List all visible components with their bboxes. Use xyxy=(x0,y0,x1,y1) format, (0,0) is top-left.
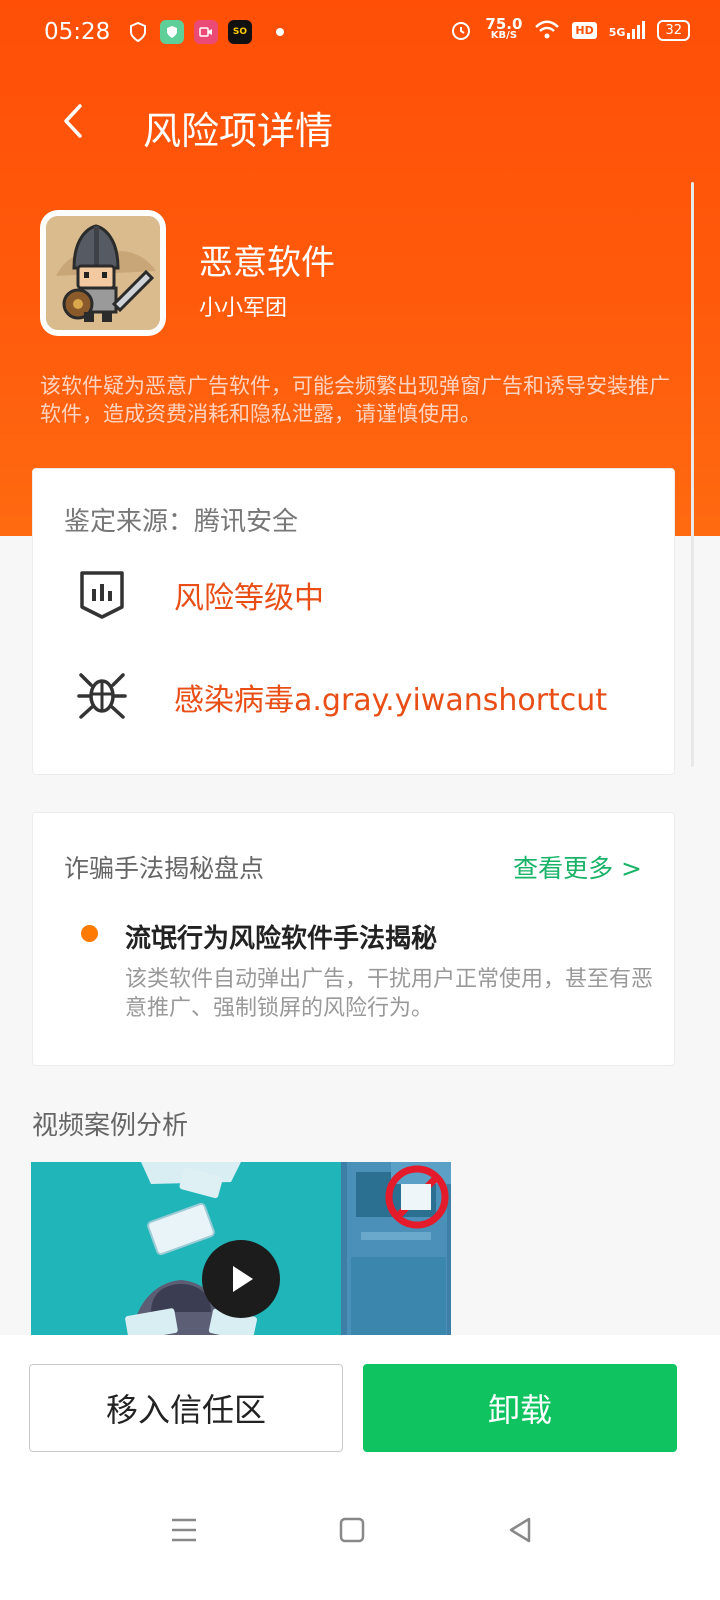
menu-icon[interactable] xyxy=(164,1510,204,1550)
warrior-icon xyxy=(46,216,160,330)
soul-app-icon: SO xyxy=(228,20,252,44)
status-time: 05:28 xyxy=(44,19,111,45)
back-arrow-icon[interactable] xyxy=(54,96,94,146)
video-app-icon xyxy=(194,20,218,44)
scrollbar[interactable] xyxy=(691,182,694,767)
fraud-tactics-heading: 诈骗手法揭秘盘点 xyxy=(64,854,265,883)
risk-level-text: 风险等级中 xyxy=(174,581,324,616)
play-button[interactable] xyxy=(202,1240,280,1318)
view-more-link[interactable]: 查看更多 > xyxy=(513,849,642,885)
detection-source: 鉴定来源：腾讯安全 xyxy=(64,507,299,537)
wifi-icon xyxy=(535,20,560,39)
hd-badge: HD xyxy=(572,21,597,39)
app-publisher: 小小军团 xyxy=(199,296,288,321)
fraud-item-description: 该类软件自动弹出广告，干扰用户正常使用，甚至有恶意推广、强制锁屏的风险行为。 xyxy=(125,967,654,1021)
back-icon[interactable] xyxy=(500,1510,540,1550)
system-navigation-bar xyxy=(0,1480,720,1600)
home-icon[interactable] xyxy=(332,1510,372,1550)
app-name: 恶意软件 xyxy=(199,243,335,283)
alarm-icon xyxy=(452,22,471,40)
app-risk-description: 该软件疑为恶意广告软件，可能会频繁出现弹窗广告和诱导安装推广软件，造成资费消耗和… xyxy=(40,374,670,426)
virus-name-text: 感染病毒a.gray.yiwanshortcut xyxy=(174,683,608,718)
app-icon xyxy=(40,210,166,336)
more-notifications-icon xyxy=(276,28,284,36)
virus-bug-icon xyxy=(77,673,127,719)
move-to-trust-button[interactable]: 移入信任区 xyxy=(29,1364,343,1452)
security-app-icon xyxy=(160,20,184,44)
play-icon xyxy=(233,1266,253,1292)
risk-info-card: 鉴定来源：腾讯安全 风险等级中 感染病毒a.gray.yiwanshortcut xyxy=(32,468,675,775)
video-section-title: 视频案例分析 xyxy=(32,1111,189,1141)
risk-level-icon xyxy=(80,571,124,619)
signal-5g-icon: 5G xyxy=(609,21,646,39)
notification-shield-icon xyxy=(130,21,146,43)
fraud-item-title[interactable]: 流氓行为风险软件手法揭秘 xyxy=(125,918,437,955)
page-title: 风险项详情 xyxy=(143,109,334,153)
video-thumbnail[interactable] xyxy=(31,1162,451,1337)
battery-icon: 32 xyxy=(657,19,690,41)
uninstall-button[interactable]: 卸载 xyxy=(363,1364,677,1452)
network-speed: 75.0 KB/S xyxy=(485,15,523,42)
fraud-tactics-card: 诈骗手法揭秘盘点 查看更多 > 流氓行为风险软件手法揭秘 该类软件自动弹出广告，… xyxy=(32,812,675,1066)
status-bar: 05:28 SO 75.0 KB/S HD 5G 32 xyxy=(0,0,720,66)
bullet-dot xyxy=(81,925,98,942)
